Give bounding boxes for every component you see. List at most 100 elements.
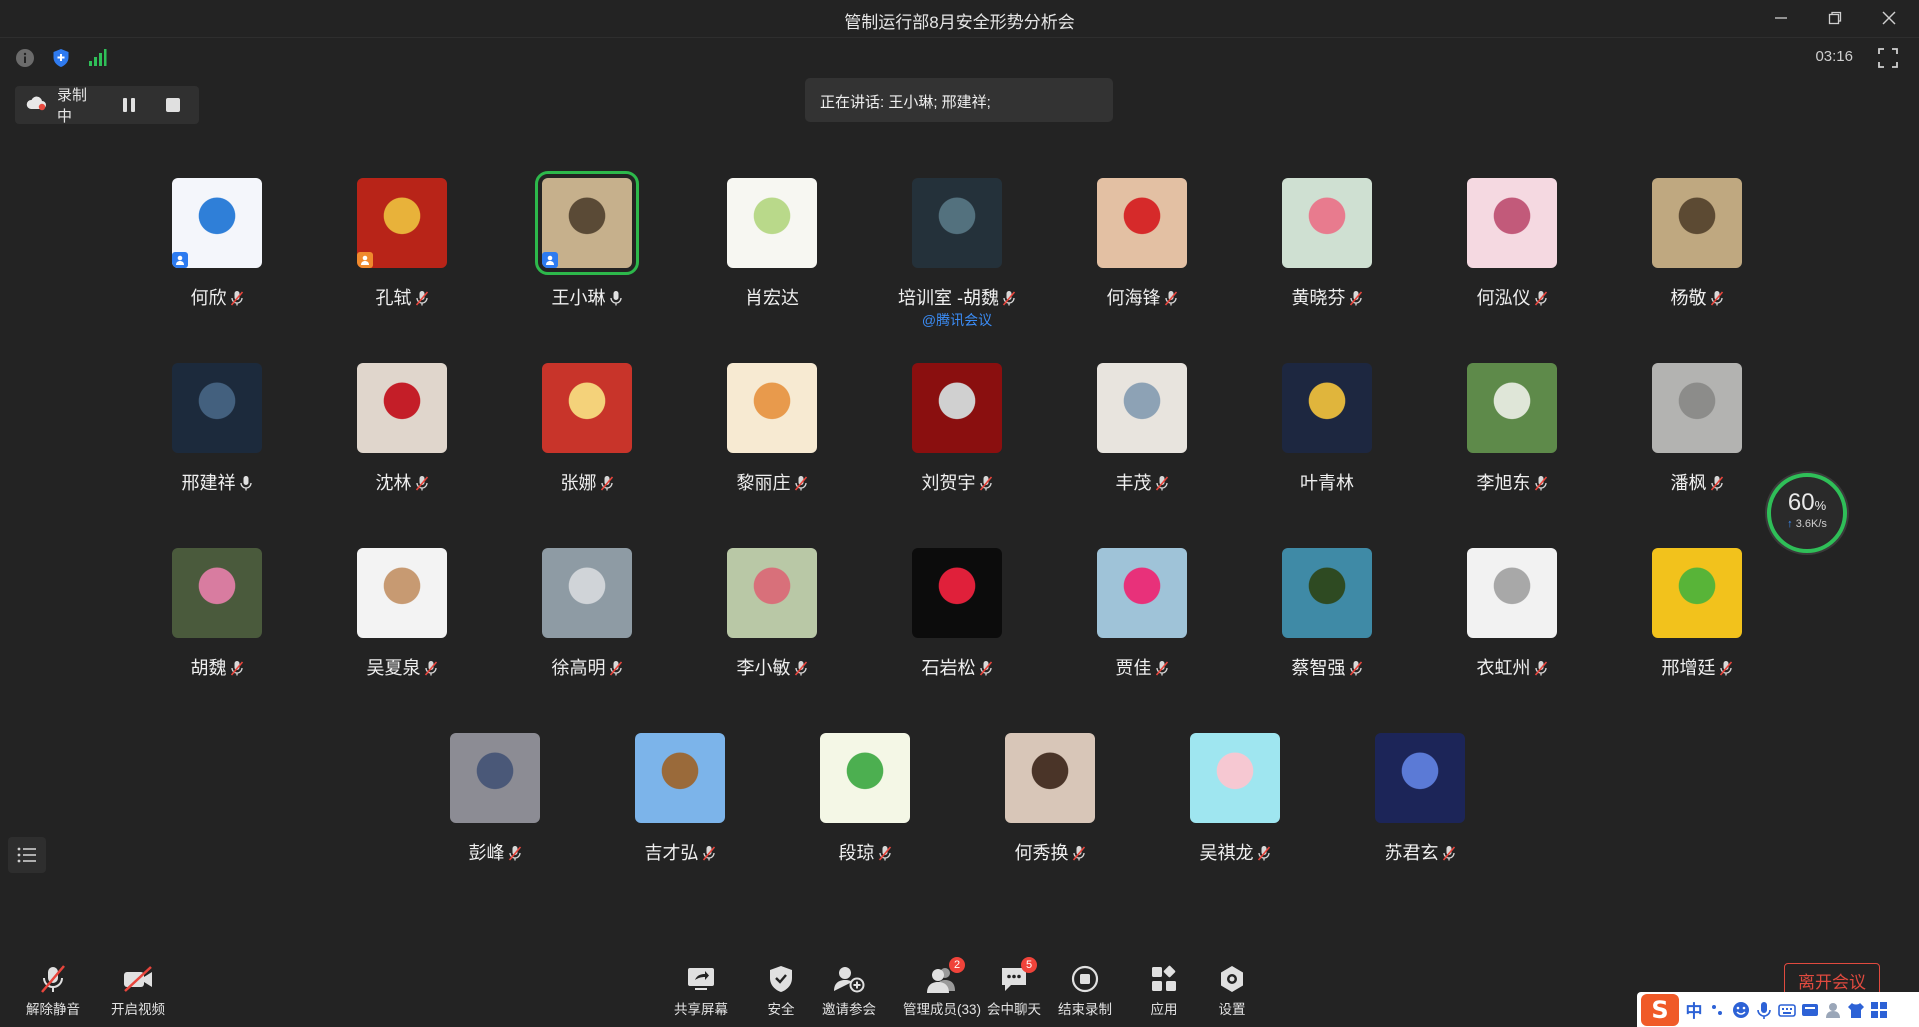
toolbox-icon[interactable] — [1801, 1001, 1819, 1019]
mic-muted-icon — [1257, 845, 1271, 861]
participant-avatar — [357, 178, 447, 268]
participant-tile[interactable]: 肖宏达 — [682, 178, 862, 338]
participant-name-row: 叶青林 — [1237, 469, 1417, 495]
participant-avatar — [912, 363, 1002, 453]
participant-tile[interactable]: 吉才弘 — [590, 733, 770, 893]
participant-name: 吉才弘 — [644, 843, 699, 863]
participant-tile[interactable]: 王小琳 — [497, 171, 677, 338]
voice-input-icon[interactable] — [1755, 1001, 1773, 1019]
participant-tile[interactable]: 何秀换 — [960, 733, 1140, 893]
participant-name-row: 何泓仪 — [1422, 284, 1602, 310]
participant-tile[interactable]: 徐高明 — [497, 548, 677, 708]
participant-tile[interactable]: 丰茂 — [1052, 363, 1232, 523]
participant-name-row: 胡魏 — [127, 654, 307, 680]
participant-tile[interactable]: 何海锋 — [1052, 178, 1232, 338]
participant-tile[interactable]: 张娜 — [497, 363, 677, 523]
participant-tile[interactable]: 沈林 — [312, 363, 492, 523]
settings-button[interactable]: 设置 — [1192, 963, 1272, 1023]
participant-tile[interactable]: 邢建祥 — [127, 363, 307, 523]
participant-name: 吴夏泉 — [366, 658, 421, 678]
invite-button[interactable]: 邀请参会 — [809, 963, 889, 1023]
participant-tile[interactable]: 黎丽庄 — [682, 363, 862, 523]
participant-tile[interactable]: 吴夏泉 — [312, 548, 492, 708]
participant-name: 徐高明 — [551, 658, 606, 678]
participant-name-row: 杨敬 — [1607, 284, 1787, 310]
emoji-icon[interactable] — [1732, 1001, 1750, 1019]
participant-tile[interactable]: 何欣 — [127, 178, 307, 338]
chat-button[interactable]: 5 会中聊天 — [974, 957, 1054, 1023]
mic-muted-icon — [1710, 475, 1724, 491]
participant-tile[interactable]: 邢增廷 — [1607, 548, 1787, 708]
unmute-button[interactable]: 解除静音 — [13, 963, 93, 1023]
participant-tile[interactable]: 贾佳 — [1052, 548, 1232, 708]
participant-tile[interactable]: 李旭东 — [1422, 363, 1602, 523]
participant-tile[interactable]: 杨敬 — [1607, 178, 1787, 338]
participant-name: 黎丽庄 — [736, 473, 791, 493]
network-status-widget[interactable]: 60% ↑ 3.6K/s — [1767, 473, 1847, 553]
participant-name-row: 肖宏达 — [682, 284, 862, 310]
host-badge-icon — [172, 252, 188, 268]
chat-badge: 5 — [1021, 957, 1037, 973]
participant-avatar — [535, 171, 639, 275]
participant-name: 培训室 -胡魏 — [898, 288, 999, 308]
end-recording-button[interactable]: 结束录制 — [1045, 963, 1125, 1023]
participant-name-row: 石岩松 — [867, 654, 1047, 680]
keyboard-icon[interactable] — [1778, 1001, 1796, 1019]
participant-tile[interactable]: 孔轼 — [312, 178, 492, 338]
participant-name-row: 何海锋 — [1052, 284, 1232, 310]
share-screen-button[interactable]: 共享屏幕 — [661, 963, 741, 1023]
start-video-button[interactable]: 开启视频 — [98, 963, 178, 1023]
participant-tile[interactable]: 苏君玄 — [1330, 733, 1510, 893]
mic-muted-icon — [230, 290, 244, 306]
participant-name: 邢建祥 — [181, 473, 236, 493]
user-icon[interactable] — [1824, 1001, 1842, 1019]
participant-tile[interactable]: 培训室 -胡魏 @腾讯会议 — [867, 178, 1047, 338]
mic-icon — [609, 290, 623, 306]
participant-tile[interactable]: 叶青林 — [1237, 363, 1417, 523]
ime-menu-icon[interactable] — [1870, 1001, 1888, 1019]
participant-tile[interactable]: 衣虹州 — [1422, 548, 1602, 708]
ime-language-toggle[interactable]: 中 — [1684, 997, 1704, 1022]
participant-avatar — [1097, 548, 1187, 638]
participant-tile[interactable]: 石岩松 — [867, 548, 1047, 708]
participant-name: 杨敬 — [1670, 288, 1707, 308]
participant-tile[interactable]: 段琼 — [775, 733, 955, 893]
punctuation-icon[interactable] — [1709, 1001, 1727, 1019]
network-percent-unit: % — [1814, 498, 1827, 513]
host-badge-icon — [542, 252, 558, 268]
participant-avatar — [1190, 733, 1280, 823]
participant-avatar — [1282, 548, 1372, 638]
member-list-toggle-button[interactable] — [8, 837, 46, 873]
skin-shirt-icon[interactable] — [1847, 1001, 1865, 1019]
participant-name-row: 蔡智强 — [1237, 654, 1417, 680]
sogou-logo[interactable]: S — [1641, 993, 1679, 1026]
participant-tile[interactable]: 彭峰 — [405, 733, 585, 893]
participant-tile[interactable]: 潘枫 — [1607, 363, 1787, 523]
participant-avatar — [727, 548, 817, 638]
mic-muted-icon — [424, 660, 438, 676]
participant-tile[interactable]: 何泓仪 — [1422, 178, 1602, 338]
ime-toolbar: S 中 — [1637, 992, 1919, 1027]
participant-name: 石岩松 — [921, 658, 976, 678]
participant-tile[interactable]: 胡魏 — [127, 548, 307, 708]
stop-record-icon — [1068, 963, 1102, 995]
participant-name-row: 培训室 -胡魏 — [867, 284, 1047, 310]
mic-muted-icon — [508, 845, 522, 861]
video-off-icon — [121, 963, 155, 995]
mic-muted-icon — [1072, 845, 1086, 861]
participant-name: 彭峰 — [468, 843, 505, 863]
participant-name: 衣虹州 — [1476, 658, 1531, 678]
participant-tile[interactable]: 黄晓芬 — [1237, 178, 1417, 338]
mic-muted-icon — [878, 845, 892, 861]
participant-tile[interactable]: 吴祺龙 — [1145, 733, 1325, 893]
participant-name-row: 何秀换 — [960, 839, 1140, 865]
participant-tile[interactable]: 刘贺宇 — [867, 363, 1047, 523]
participant-name: 刘贺宇 — [921, 473, 976, 493]
participant-name-row: 段琼 — [775, 839, 955, 865]
participant-avatar — [727, 178, 817, 268]
participant-tile[interactable]: 蔡智强 — [1237, 548, 1417, 708]
participant-name: 何欣 — [190, 288, 227, 308]
chat-label: 会中聊天 — [987, 1002, 1041, 1017]
gear-icon — [1215, 963, 1249, 995]
participant-tile[interactable]: 李小敏 — [682, 548, 862, 708]
